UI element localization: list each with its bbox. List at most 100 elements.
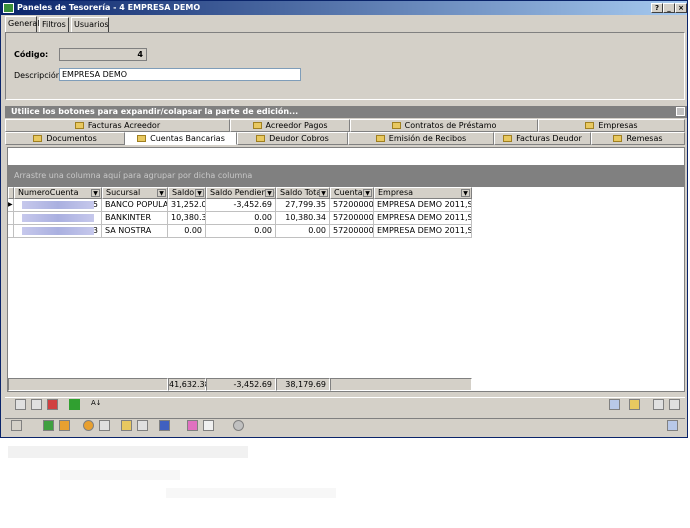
col-empresa[interactable]: Empresa ▼ (374, 187, 472, 199)
export-icon[interactable] (629, 399, 640, 410)
tab-contratos-prestamo[interactable]: Contratos de Préstamo (350, 119, 538, 132)
cell-saldo[interactable]: 31,252.04 (168, 199, 206, 212)
dropdown-icon[interactable]: ▼ (319, 189, 328, 197)
cell-empresa[interactable]: EMPRESA DEMO 2011,S.L. (374, 199, 472, 212)
tab-label: Facturas Deudor (516, 134, 582, 143)
dropdown-icon[interactable]: ▼ (363, 189, 372, 197)
col-label: Empresa (378, 188, 414, 197)
main-toolbar (5, 418, 685, 432)
close-button[interactable]: × (675, 3, 687, 13)
folder-icon (256, 135, 266, 142)
window-reflection (0, 440, 688, 528)
col-cuenta[interactable]: Cuenta ▼ (330, 187, 374, 199)
tab-remesas[interactable]: Remesas (591, 132, 685, 145)
folder-icon (74, 122, 84, 129)
col-saldo[interactable]: Saldo ▼ (168, 187, 206, 199)
tab-emision-recibos[interactable]: Emisión de Recibos (348, 132, 494, 145)
help-icon[interactable] (233, 420, 244, 431)
cancel-icon[interactable] (59, 420, 70, 431)
expand-collapse-band[interactable]: Utilice los botones para expandir/colaps… (5, 106, 687, 118)
cell-saldo[interactable]: 10,380.34 (168, 212, 206, 225)
footer-filler (330, 378, 472, 391)
dropdown-icon[interactable]: ▼ (195, 189, 204, 197)
cell-empresa[interactable]: EMPRESA DEMO 2011,S.L. (374, 225, 472, 238)
col-saldo-pendiente[interactable]: Saldo Pendiente ▼ (206, 187, 276, 199)
cell-sucursal[interactable]: BANCO POPULAR (102, 199, 168, 212)
reflection-toolbar (8, 446, 248, 458)
tab-label: Facturas Acreedor (87, 121, 161, 130)
cell-cuenta[interactable]: 5720000002 (330, 199, 374, 212)
col-label: Saldo (172, 188, 195, 197)
folder-icon (33, 135, 43, 142)
window-icon[interactable] (159, 420, 170, 431)
cell-pendiente[interactable]: 0.00 (206, 225, 276, 238)
col-numero-cuenta[interactable]: NumeroCuenta ▼ (14, 187, 102, 199)
grid-layout-icon[interactable] (609, 399, 620, 410)
delete-row-icon[interactable] (31, 399, 42, 410)
dropdown-icon[interactable]: ▼ (265, 189, 274, 197)
add-row-icon[interactable] (15, 399, 26, 410)
cell-saldo[interactable]: 0.00 (168, 225, 206, 238)
reflection-grid-toolbar (60, 470, 180, 480)
dropdown-icon[interactable]: ▼ (461, 189, 470, 197)
col-label: NumeroCuenta (18, 188, 79, 197)
cell-numero[interactable]: 5 (14, 199, 102, 212)
tab-acreedor-pagos[interactable]: Acreedor Pagos (230, 119, 350, 132)
tab-deudor-cobros[interactable]: Deudor Cobros (237, 132, 348, 145)
cell-total[interactable]: 27,799.35 (276, 199, 330, 212)
filter-icon[interactable] (69, 399, 80, 410)
cell-numero[interactable]: 3 (14, 225, 102, 238)
folder-icon (503, 135, 513, 142)
col-saldo-total[interactable]: Saldo Total ▼ (276, 187, 330, 199)
expand-icon[interactable] (676, 107, 685, 116)
codigo-field[interactable]: 4 (59, 48, 147, 61)
minimize-button[interactable]: _ (663, 3, 675, 13)
dropdown-icon[interactable]: ▼ (157, 189, 166, 197)
paste-icon[interactable] (203, 420, 214, 431)
app-icon (3, 3, 14, 13)
calendar-icon[interactable] (121, 420, 132, 431)
tab-filtros[interactable]: Filtros (39, 17, 69, 32)
report-icon[interactable] (137, 420, 148, 431)
cell-cuenta[interactable]: 5720000000 (330, 225, 374, 238)
tab-label: Empresas (598, 121, 638, 130)
search-icon[interactable] (99, 420, 110, 431)
collapse-icon[interactable] (47, 399, 58, 410)
cell-pendiente[interactable]: 0.00 (206, 212, 276, 225)
tab-facturas-deudor[interactable]: Facturas Deudor (494, 132, 591, 145)
cell-sucursal[interactable]: BANKINTER (102, 212, 168, 225)
refresh-icon[interactable] (83, 420, 94, 431)
tab-usuarios[interactable]: Usuarios (71, 17, 109, 32)
cell-empresa[interactable]: EMPRESA DEMO 2011,S.L. (374, 212, 472, 225)
descripcion-field[interactable]: EMPRESA DEMO (59, 68, 301, 81)
data-grid: Arrastre una columna aquí para agrupar p… (7, 147, 685, 392)
cell-cuenta[interactable]: 5720000001 (330, 212, 374, 225)
cell-total[interactable]: 0.00 (276, 225, 330, 238)
sort-az-icon[interactable]: A↓ (91, 399, 102, 410)
cell-numero[interactable] (14, 212, 102, 225)
new-icon[interactable] (11, 420, 22, 431)
tab-general[interactable]: General (5, 16, 40, 32)
help-button[interactable]: ? (651, 3, 663, 13)
cell-pendiente[interactable]: -3,452.69 (206, 199, 276, 212)
accept-icon[interactable] (43, 420, 54, 431)
columns-icon[interactable] (653, 399, 664, 410)
footer-spacer (8, 378, 168, 391)
cell-sucursal[interactable]: SA NOSTRA (102, 225, 168, 238)
codigo-label: Código: (14, 50, 49, 59)
main-window: Paneles de Tesorería - 4 EMPRESA DEMO ? … (0, 0, 688, 438)
dropdown-icon[interactable]: ▼ (91, 189, 100, 197)
document-icon (613, 135, 623, 142)
tab-label: Acreedor Pagos (265, 121, 328, 130)
col-sucursal[interactable]: Sucursal ▼ (102, 187, 168, 199)
group-by-panel[interactable]: Arrastre una columna aquí para agrupar p… (8, 165, 684, 187)
tab-cuentas-bancarias[interactable]: Cuentas Bancarias (125, 132, 237, 145)
tab-empresas[interactable]: Empresas (538, 119, 685, 132)
print-icon[interactable] (669, 399, 680, 410)
cell-total[interactable]: 10,380.34 (276, 212, 330, 225)
tab-facturas-acreedor[interactable]: Facturas Acreedor (5, 119, 230, 132)
copy-icon[interactable] (187, 420, 198, 431)
panel-layout-icon[interactable] (667, 420, 678, 431)
tab-label: Deudor Cobros (269, 134, 329, 143)
tab-documentos[interactable]: Documentos (5, 132, 125, 145)
